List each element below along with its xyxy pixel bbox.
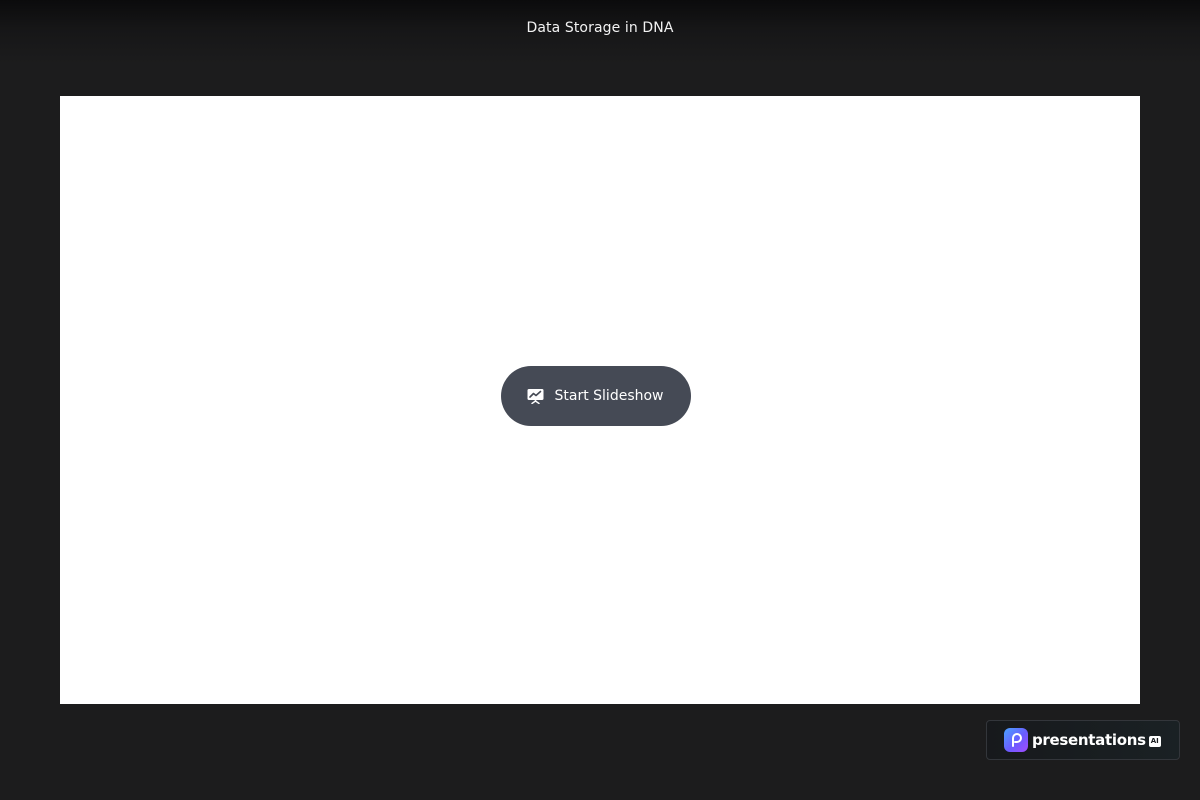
- slide-canvas[interactable]: Start Slideshow: [60, 96, 1140, 704]
- presentation-title: Data Storage in DNA: [526, 20, 674, 36]
- start-slideshow-button[interactable]: Start Slideshow: [501, 366, 691, 426]
- top-bar: Data Storage in DNA: [0, 0, 1200, 64]
- brand-name: presentations: [1032, 731, 1146, 749]
- presentations-ai-badge[interactable]: presentations AI: [986, 720, 1180, 760]
- presentations-logo-icon: [1004, 728, 1028, 752]
- presentation-icon: [527, 388, 544, 404]
- brand-ai-tag: AI: [1148, 735, 1161, 747]
- start-slideshow-label: Start Slideshow: [554, 388, 664, 404]
